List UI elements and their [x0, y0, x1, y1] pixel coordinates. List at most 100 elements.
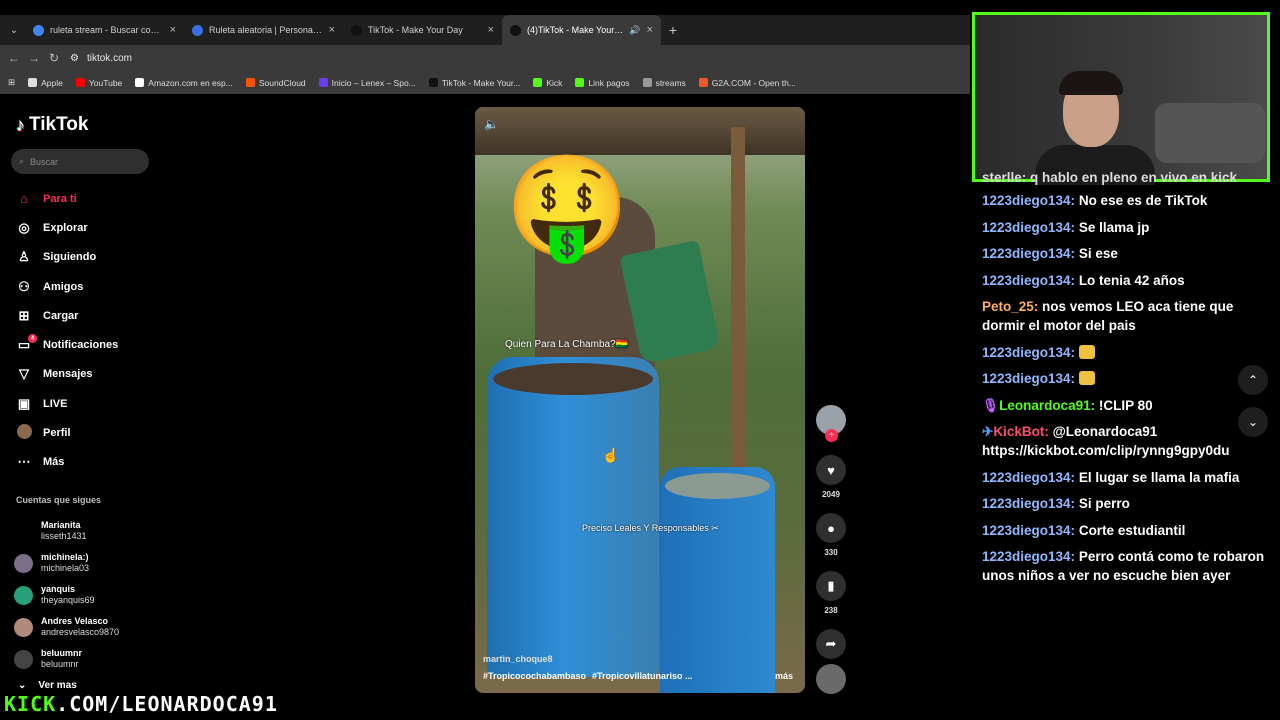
creator-avatar[interactable]: + [816, 405, 846, 442]
chat-text: !CLIP 80 [1095, 397, 1153, 413]
close-tab-icon[interactable]: × [329, 24, 335, 36]
scroll-up-button[interactable]: ⌃ [1238, 365, 1268, 395]
chat-username[interactable]: 1223diego134: [982, 345, 1075, 360]
bookmark-label: SoundCloud [258, 77, 306, 88]
tab-favicon-icon [192, 24, 203, 36]
bookmark-favicon-icon [642, 78, 652, 87]
bookmark-item[interactable]: Link pagos [575, 78, 630, 88]
chat-username[interactable]: Leonardoca91: [999, 398, 1095, 413]
see-more-button[interactable]: ⌄ Ver mas [18, 680, 77, 691]
scroll-down-button[interactable]: ⌄ [1238, 407, 1268, 437]
bookmark-item[interactable]: Inicio – Lenex – Spo... [318, 78, 416, 88]
new-tab-button[interactable]: + [661, 22, 685, 38]
tiktok-logo[interactable]: ♪ TikTok [16, 114, 88, 136]
followed-account[interactable]: yanquis theyanquis69 [14, 579, 119, 611]
bookmark-item[interactable]: streams [642, 78, 686, 88]
nav-item-perfil[interactable]: Perfil [16, 418, 118, 447]
bookmark-favicon-icon [28, 78, 38, 87]
chat-username[interactable]: 1223diego134: [982, 549, 1075, 564]
nav-item-label: LIVE [43, 397, 68, 410]
chat-username[interactable]: 1223diego134: [982, 193, 1075, 208]
upload-icon: ⊞ [18, 307, 30, 323]
nav-item-mensajes[interactable]: ▽ Mensajes [16, 360, 118, 389]
chat-username[interactable]: 1223diego134: [982, 220, 1075, 235]
nav-item-para-ti[interactable]: ⌂ Para ti [16, 184, 118, 213]
bookmark-item[interactable]: TikTok - Make Your... [428, 78, 520, 88]
bookmark-item[interactable]: SoundCloud [245, 77, 306, 88]
kick-prefix: KICK [4, 692, 57, 716]
nav-item-más[interactable]: ⋯ Más [16, 448, 118, 477]
followed-account[interactable]: Andres Velasco andresvelasco9870 [14, 611, 119, 643]
close-tab-icon[interactable]: × [170, 24, 176, 36]
bookmark-item[interactable]: YouTube [75, 78, 122, 88]
nav-item-siguiendo[interactable]: ♙ Siguiendo [16, 243, 118, 272]
followed-account[interactable]: Marianita lisseth1431 [14, 515, 119, 547]
bookmark-label: G2A.COM - Open th... [711, 77, 796, 88]
followed-account[interactable]: beluumnr beluumnr [14, 643, 119, 675]
chat-username[interactable]: 1223diego134: [982, 496, 1075, 511]
chat-username[interactable]: KickBot: [993, 424, 1049, 439]
tab-search-button[interactable]: ⌄ [3, 19, 25, 41]
nav-item-amigos[interactable]: ⚇ Amigos [16, 272, 118, 301]
main-nav: ⌂ Para ti ◎ Explorar ♙ Siguiendo ⚇ Amigos ⊞ Carga… [16, 184, 118, 477]
bookmark-favicon-icon [245, 78, 255, 87]
apps-icon[interactable]: ⊞ [8, 77, 15, 88]
chat-username[interactable]: Peto_25: [982, 299, 1038, 314]
nav-item-label: Cargar [43, 309, 79, 322]
account-handle: lisseth1431 [41, 531, 87, 541]
bookmark-icon[interactable]: ▮ [816, 571, 846, 601]
close-tab-icon[interactable]: × [488, 24, 494, 36]
share-icon[interactable]: ➦ [816, 629, 846, 659]
hashtag-link[interactable]: #Tropicovillatunariso ... [592, 671, 693, 681]
chat-username[interactable]: 1223diego134: [982, 246, 1075, 261]
chat-username[interactable]: 1223diego134: [982, 273, 1075, 288]
chat-message: 1223diego134: Si perro [982, 494, 1277, 513]
nav-item-live[interactable]: ▣ LIVE [16, 389, 118, 418]
profile-avatar [16, 424, 32, 442]
nav-item-label: Mensajes [43, 368, 93, 381]
close-tab-icon[interactable]: × [647, 24, 653, 36]
bookmark-item[interactable]: Kick [533, 78, 562, 88]
bookmark-item[interactable]: Amazon.com en esp... [135, 78, 233, 88]
nav-item-explorar[interactable]: ◎ Explorar [16, 213, 118, 242]
follow-plus-icon[interactable]: + [825, 429, 838, 442]
reload-icon[interactable]: ↻ [44, 51, 64, 65]
video-player[interactable]: 🤑 🔈 Quien Para La Chamba?🇧🇴 Preciso Leal… [475, 107, 805, 693]
followed-account[interactable]: michinela:) michinela03 [14, 547, 119, 579]
chat-username[interactable]: 1223diego134: [982, 523, 1075, 538]
bookmark-favicon-icon [428, 78, 438, 87]
volume-icon[interactable]: 🔈 [484, 117, 499, 131]
video-author[interactable]: martin_choque8 [483, 654, 553, 664]
forward-icon[interactable]: → [24, 51, 44, 65]
search-input[interactable]: ⌕ Buscar [11, 149, 149, 174]
browser-tab[interactable]: TikTok - Make Your Day × [343, 15, 502, 45]
bookmark-item[interactable]: G2A.COM - Open th... [698, 77, 796, 88]
heart-icon[interactable]: ♥ [816, 455, 846, 485]
like-count: 2049 [822, 490, 840, 499]
browser-tab[interactable]: Ruleta aleatoria | Personaliza y × [184, 15, 343, 45]
browser-tab[interactable]: (4)TikTok - Make Your Day 🔊 × [502, 15, 661, 45]
url-field[interactable]: ⚙ tiktok.com [70, 53, 132, 64]
chat-username[interactable]: 1223diego134: [982, 371, 1075, 386]
kick-channel-banner: KICK.COM/LEONARDOCA91 [4, 692, 278, 716]
comment-action: ● 330 [815, 513, 847, 557]
bookmark-item[interactable]: Apple [28, 78, 63, 88]
tab-audio-icon[interactable]: 🔊 [629, 25, 640, 36]
video-more-button[interactable]: más [775, 671, 793, 681]
browser-tab[interactable]: ruleta stream - Buscar con Goo × [25, 15, 184, 45]
comment-icon[interactable]: ● [816, 513, 846, 543]
nav-item-cargar[interactable]: ⊞ Cargar [16, 301, 118, 330]
back-icon[interactable]: ← [4, 51, 24, 65]
chat-message: ✈KickBot: @Leonardoca91 https://kickbot.… [982, 422, 1277, 460]
chat-username[interactable]: 1223diego134: [982, 470, 1075, 485]
bookmark-label: Amazon.com en esp... [148, 77, 233, 88]
hashtag-link[interactable]: #Tropicocochabambaso [483, 671, 586, 681]
site-info-icon[interactable]: ⚙ [70, 53, 79, 64]
hand-cursor-icon: ☝ [602, 447, 620, 463]
nav-item-notificaciones[interactable]: ▭ 4 Notificaciones [16, 330, 118, 359]
music-disc-avatar[interactable] [816, 664, 846, 694]
save-action: ▮ 238 [815, 571, 847, 615]
search-placeholder: Buscar [30, 156, 59, 167]
tiktok-note-icon: ♪ [16, 114, 25, 135]
chat-message: 1223diego134: [982, 369, 1277, 388]
